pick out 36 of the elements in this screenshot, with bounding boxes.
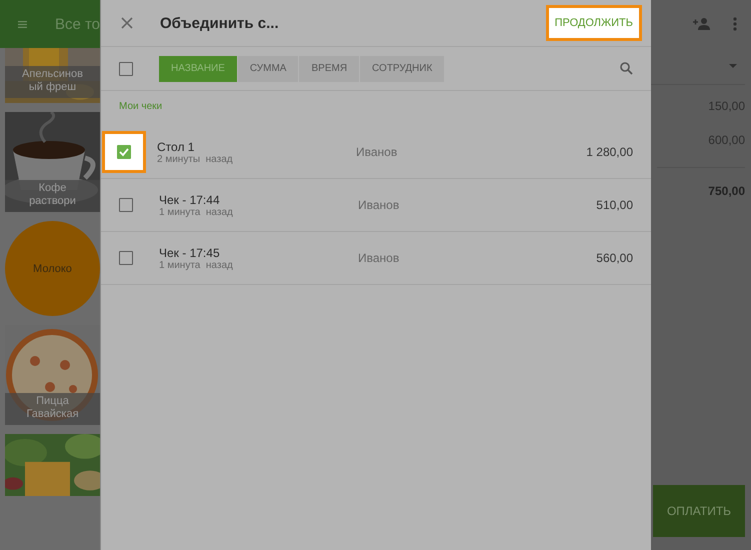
close-icon[interactable] — [121, 17, 133, 29]
check-name: Чек - 17:45 — [159, 246, 221, 260]
sort-tab[interactable]: СОТРУДНИК — [360, 56, 446, 82]
product-tile[interactable]: Молоко — [5, 221, 100, 316]
employee-name: Иванов — [356, 145, 398, 159]
total-amount: 750,00 — [708, 184, 745, 198]
employee-name: Иванов — [358, 198, 400, 212]
dropdown-caret-icon[interactable] — [729, 64, 737, 68]
check-amount: 560,00 — [596, 251, 633, 265]
product-label: Пицца Гавайская — [5, 393, 100, 425]
check-time: 1 минута назад — [159, 206, 234, 218]
menu-icon[interactable] — [18, 18, 27, 30]
checkbox[interactable] — [117, 145, 131, 159]
check-name: Стол 1 — [157, 140, 196, 154]
product-label: Апельсинов ый фреш — [5, 66, 100, 98]
employee-name: Иванов — [358, 251, 400, 265]
search-icon[interactable] — [620, 62, 633, 75]
sort-tab[interactable]: ВРЕМЯ — [299, 56, 360, 82]
checkbox[interactable] — [119, 62, 133, 76]
sort-tab[interactable]: НАЗВАНИЕ — [159, 56, 238, 82]
more-icon[interactable] — [733, 17, 737, 31]
checkbox[interactable] — [119, 251, 133, 265]
product-label: Кофе раствори — [5, 180, 100, 212]
continue-button[interactable]: ПРОДОЛЖИТЬ — [548, 8, 639, 38]
app-title: Все то — [54, 16, 100, 32]
section-heading: Мои чеки — [118, 100, 164, 114]
checkbox[interactable] — [119, 198, 133, 212]
pay-button[interactable]: ОПЛАТИТЬ — [653, 485, 745, 537]
check-amount: 510,00 — [596, 198, 633, 212]
check-amount: 1 280,00 — [586, 145, 633, 159]
dialog-title: Объединить с... — [160, 14, 280, 32]
check-time: 1 минута назад — [159, 260, 234, 270]
check-name: Чек - 17:44 — [159, 192, 221, 206]
sort-tab[interactable]: СУММА — [238, 56, 300, 82]
check-time: 2 минуты назад — [157, 154, 234, 164]
add-person-icon[interactable] — [693, 18, 711, 30]
